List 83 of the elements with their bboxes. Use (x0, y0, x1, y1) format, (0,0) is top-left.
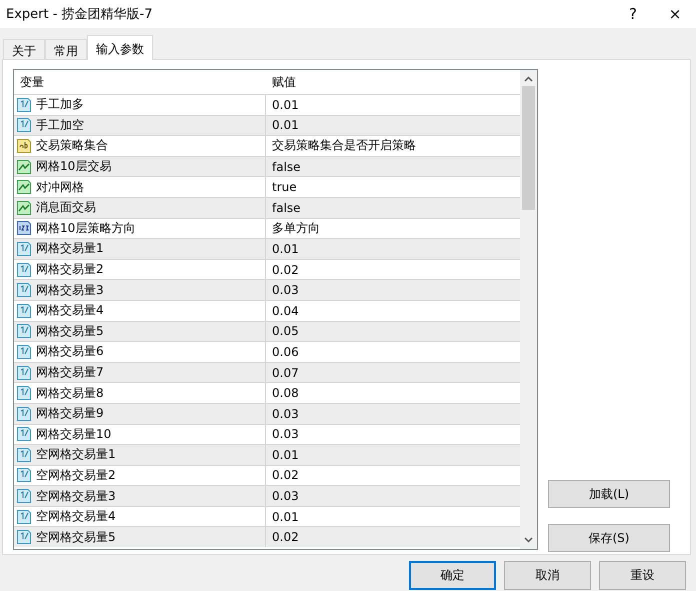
column-header[interactable]: 赋值 (266, 74, 296, 90)
parameter-name: 网格交易量2 (36, 261, 104, 278)
parameter-value[interactable]: 0.03 (266, 406, 299, 421)
parameter-value[interactable]: 0.08 (266, 386, 299, 400)
parameter-name: 网格10层策略方向 (36, 220, 136, 237)
number-icon (16, 282, 32, 298)
parameter-name: 网格交易量1 (36, 240, 104, 258)
chart-icon (16, 158, 32, 175)
number-icon (16, 240, 32, 257)
parameter-value[interactable]: 0.05 (266, 324, 299, 338)
parameter-value[interactable]: false (266, 160, 301, 174)
number-icon (16, 446, 32, 463)
close-button[interactable]: × (654, 5, 696, 23)
parameter-name: 网格交易量8 (36, 384, 104, 402)
parameter-name: 网格交易量7 (36, 364, 104, 382)
parameter-value[interactable]: 多单方向 (266, 220, 320, 237)
tab[interactable]: 常用 (45, 39, 87, 60)
ok-button[interactable]: 确定 (409, 561, 496, 590)
parameter-value[interactable]: 交易策略集合是否开启策略 (266, 137, 416, 154)
number-icon (16, 406, 32, 422)
parameter-name: 网格交易量5 (36, 322, 104, 340)
parameter-value[interactable]: 0.02 (266, 468, 299, 482)
number-icon (16, 529, 32, 546)
parameter-name: 网格交易量4 (36, 302, 104, 320)
help-button[interactable]: ? (612, 5, 654, 23)
parameter-name: 手工加多 (36, 96, 84, 114)
parameter-name: 网格交易量9 (36, 405, 104, 422)
number-icon (16, 488, 32, 504)
tab[interactable]: 输入参数 (87, 35, 153, 60)
scroll-up-icon[interactable] (524, 76, 533, 82)
parameter-value[interactable]: 0.03 (266, 489, 299, 504)
parameter-value[interactable]: 0.01 (266, 98, 299, 112)
parameter-value[interactable]: 0.01 (266, 242, 299, 256)
number-icon (16, 220, 32, 236)
parameter-name: 消息面交易 (36, 199, 96, 216)
scroll-thumb[interactable] (522, 86, 535, 210)
number-icon (16, 385, 32, 402)
parameter-value[interactable]: 0.01 (266, 510, 299, 524)
parameter-name: 空网格交易量3 (36, 488, 116, 505)
number-icon (16, 467, 32, 484)
parameter-name: 手工加空 (36, 116, 84, 134)
text-icon (16, 138, 32, 154)
parameter-name: 空网格交易量2 (36, 466, 116, 484)
parameter-name: 交易策略集合 (36, 137, 108, 154)
parameter-value[interactable]: 0.03 (266, 427, 299, 442)
number-icon (16, 426, 32, 442)
cancel-button[interactable]: 取消 (504, 561, 591, 590)
parameter-value[interactable]: 0.07 (266, 366, 299, 380)
chart-icon (16, 179, 32, 196)
load-button[interactable]: 加载(L) (548, 480, 670, 508)
parameter-name: 空网格交易量5 (36, 528, 116, 546)
parameter-value[interactable]: 0.04 (266, 304, 299, 318)
reset-button[interactable]: 重设 (599, 561, 686, 590)
number-icon (16, 344, 32, 360)
parameter-name: 网格交易量10 (36, 426, 112, 443)
scrollbar[interactable] (520, 70, 537, 549)
save-button[interactable]: 保存(S) (548, 524, 670, 552)
parameter-value[interactable]: 0.03 (266, 283, 299, 298)
parameter-value[interactable]: false (266, 200, 301, 215)
number-icon (16, 323, 32, 340)
parameter-value[interactable]: 0.02 (266, 262, 299, 277)
parameter-value[interactable]: 0.06 (266, 344, 299, 359)
window-title: Expert - 捞金团精华版-7 (6, 6, 154, 23)
number-icon (16, 96, 32, 113)
parameter-name: 空网格交易量1 (36, 446, 116, 464)
parameter-name: 对冲网格 (36, 178, 84, 196)
scroll-down-icon[interactable] (524, 537, 533, 543)
parameter-name: 空网格交易量4 (36, 508, 116, 526)
column-header[interactable]: 变量 (14, 74, 266, 90)
parameter-value[interactable]: 0.01 (266, 118, 299, 132)
number-icon (16, 262, 32, 278)
parameter-name: 网格10层交易 (36, 158, 112, 176)
parameter-value[interactable]: 0.01 (266, 448, 299, 462)
tab[interactable]: 关于 (3, 39, 45, 60)
parameter-name: 网格交易量6 (36, 343, 104, 360)
number-icon (16, 302, 32, 319)
chart-icon (16, 200, 32, 216)
parameter-value[interactable]: 0.02 (266, 530, 299, 544)
parameter-name: 网格交易量3 (36, 282, 104, 299)
number-icon (16, 117, 32, 134)
parameter-value[interactable]: true (266, 180, 297, 194)
number-icon (16, 364, 32, 381)
number-icon (16, 508, 32, 525)
